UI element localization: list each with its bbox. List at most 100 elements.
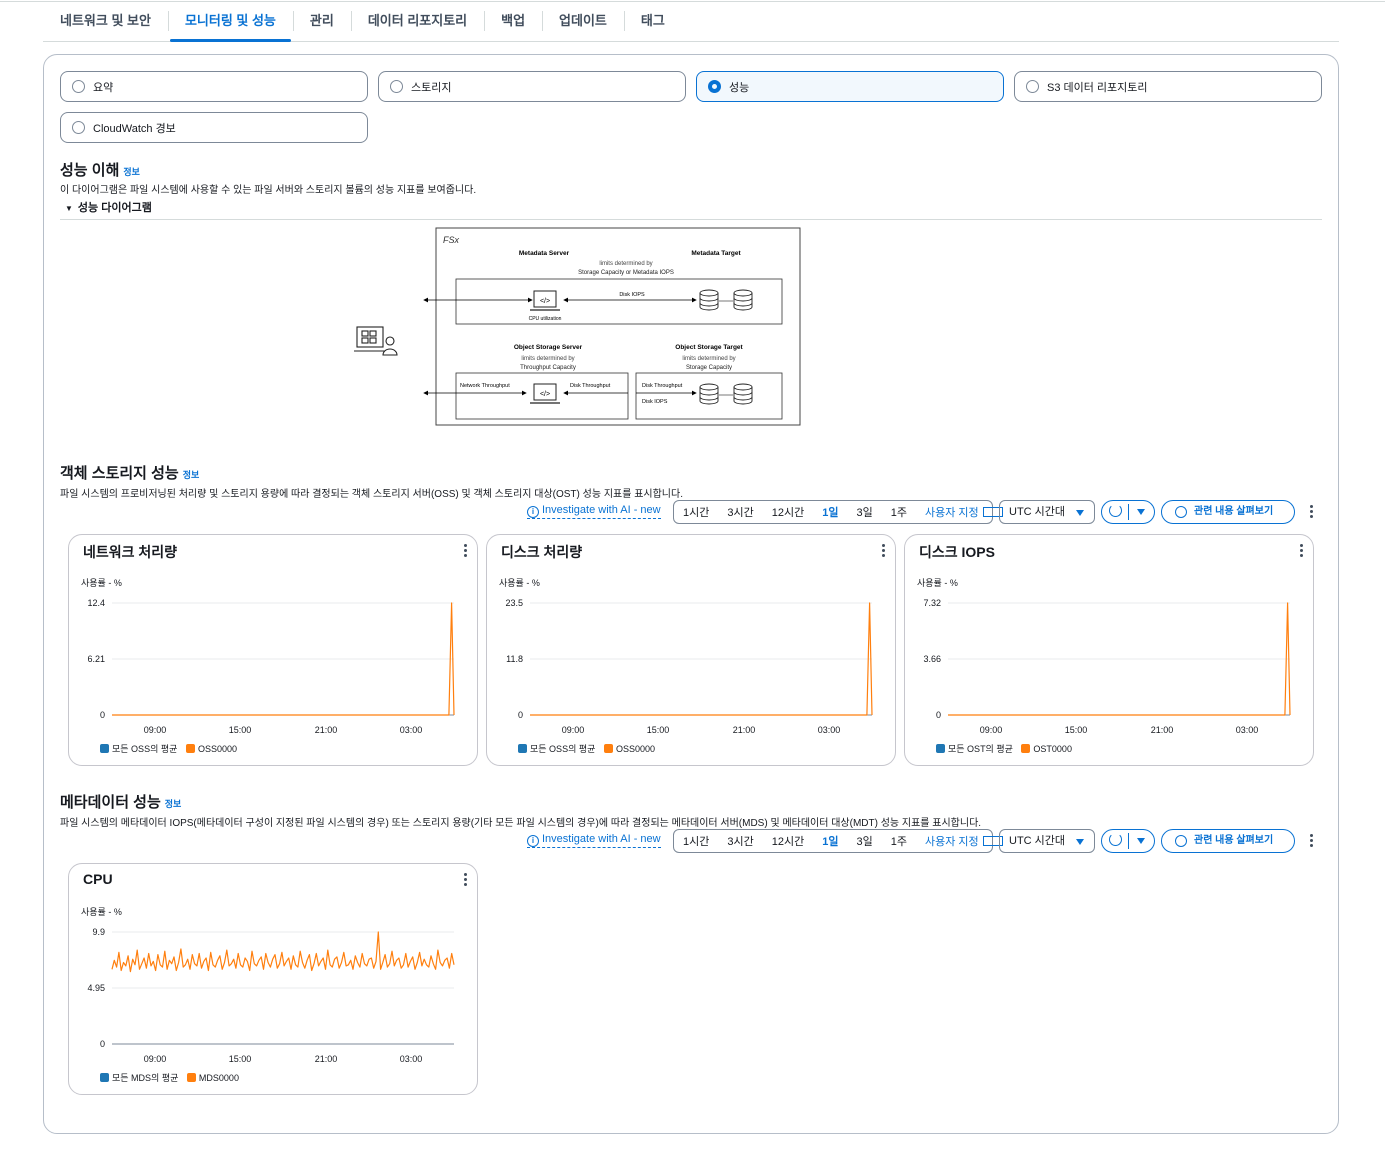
range-1h[interactable]: 1시간 — [674, 504, 718, 520]
metadata-title: 메타데이터 성능 — [60, 794, 161, 811]
svg-text:</>: </> — [540, 298, 550, 305]
performance-diagram: FSx Metadata Server Metadata Target limi… — [354, 227, 801, 426]
legend-item-series[interactable]: OSS0000 — [185, 744, 237, 754]
option-summary[interactable]: 요약 — [60, 71, 368, 102]
range-3d[interactable]: 3일 — [847, 833, 881, 849]
refresh-options-icon[interactable] — [1137, 509, 1145, 515]
range-1w[interactable]: 1주 — [882, 504, 916, 520]
chart-plot: 12.4 6.21 0 09:00 15:00 21:00 03:00 — [87, 598, 455, 735]
svg-text:</>: </> — [540, 391, 550, 398]
range-12h[interactable]: 12시간 — [763, 504, 813, 520]
legend-average-label: 모든 OSS의 평균 — [530, 744, 596, 754]
radio-selected-icon — [708, 80, 721, 93]
legend-item-average[interactable]: 모든 OSS의 평균 — [518, 744, 595, 754]
disk-iops-label: Disk IOPS — [619, 292, 645, 298]
legend-item-series[interactable]: OST0000 — [1021, 744, 1072, 754]
chart-legend: 모든 MDS의 평균 MDS0000 — [100, 1071, 245, 1084]
tab-network-security[interactable]: 네트워크 및 보안 — [43, 6, 168, 36]
refresh-button[interactable] — [1101, 829, 1155, 853]
refresh-button[interactable] — [1101, 500, 1155, 524]
option-performance[interactable]: 성능 — [696, 71, 1004, 102]
chart-legend: 모든 OST의 평균 OST0000 — [936, 742, 1078, 755]
explore-related-button[interactable]: 관련 내용 살펴보기 — [1161, 500, 1295, 524]
more-options-icon[interactable] — [1310, 834, 1314, 848]
caret-down-icon — [1076, 839, 1084, 845]
legend-swatch — [185, 744, 195, 753]
option-s3-repository[interactable]: S3 데이터 리포지토리 — [1014, 71, 1322, 102]
legend-item-average[interactable]: 모든 OSS의 평균 — [100, 744, 177, 754]
object-storage-title-row: 객체 스토리지 성능 정보 — [60, 462, 199, 483]
tab-monitoring-performance[interactable]: 모니터링 및 성능 — [167, 6, 293, 42]
ost-limits-1: limits determined by — [682, 356, 735, 362]
timezone-value: UTC 시간대 — [1009, 506, 1066, 518]
legend-average-label: 모든 MDS의 평균 — [112, 1073, 179, 1083]
legend-swatch — [1021, 744, 1031, 753]
timezone-select[interactable]: UTC 시간대 — [999, 829, 1095, 853]
more-options-icon[interactable] — [1310, 505, 1314, 519]
refresh-options-icon[interactable] — [1137, 838, 1145, 844]
range-12h[interactable]: 12시간 — [763, 833, 813, 849]
series-line — [111, 931, 455, 973]
legend-series-label: OST0000 — [1033, 744, 1072, 754]
info-icon: i — [527, 506, 539, 518]
option-performance-label: 성능 — [729, 81, 750, 94]
y-tick-label: 0 — [100, 1039, 105, 1049]
investigate-ai-link[interactable]: i Investigate with AI - new — [527, 833, 661, 848]
investigate-ai-link[interactable]: i Investigate with AI - new — [527, 504, 661, 519]
x-tick-label: 21:00 — [1151, 725, 1174, 735]
client-user-icon — [354, 326, 398, 356]
time-range-selector: 1시간 3시간 12시간 1일 3일 1주 사용자 지정 — [673, 829, 1003, 853]
range-3d[interactable]: 3일 — [847, 504, 881, 520]
range-1h[interactable]: 1시간 — [674, 833, 718, 849]
legend-item-series[interactable]: OSS0000 — [603, 744, 655, 754]
oss-limits-2: Throughput Capacity — [520, 365, 576, 371]
legend-item-series[interactable]: MDS0000 — [186, 1073, 239, 1083]
fsx-logo: FSx — [443, 235, 460, 245]
understand-info-link[interactable]: 정보 — [123, 167, 140, 177]
object-storage-info-link[interactable]: 정보 — [183, 470, 200, 480]
x-tick-label: 09:00 — [980, 725, 1003, 735]
explore-related-label: 관련 내용 살펴보기 — [1194, 506, 1274, 517]
range-3h[interactable]: 3시간 — [718, 504, 762, 520]
legend-item-average[interactable]: 모든 OST의 평균 — [936, 744, 1013, 754]
y-tick-label: 3.66 — [923, 654, 941, 664]
option-cloudwatch-alarms[interactable]: CloudWatch 경보 — [60, 112, 368, 143]
tab-updates[interactable]: 업데이트 — [542, 6, 624, 36]
metadata-info-link[interactable]: 정보 — [165, 799, 182, 809]
range-1d[interactable]: 1일 — [813, 504, 847, 520]
chart-legend: 모든 OSS의 평균 OSS0000 — [518, 742, 661, 755]
legend-series-label: MDS0000 — [198, 1073, 239, 1083]
tab-backup[interactable]: 백업 — [484, 6, 542, 36]
range-1d[interactable]: 1일 — [813, 833, 847, 849]
refresh-icon[interactable] — [1109, 504, 1122, 517]
tab-tags[interactable]: 태그 — [623, 6, 682, 36]
x-tick-label: 03:00 — [818, 725, 841, 735]
legend-item-average[interactable]: 모든 MDS의 평균 — [100, 1073, 178, 1083]
metadata-target-label: Metadata Target — [691, 250, 741, 257]
x-tick-label: 15:00 — [1065, 725, 1088, 735]
explore-related-button[interactable]: 관련 내용 살펴보기 — [1161, 829, 1295, 853]
range-1w[interactable]: 1주 — [882, 833, 916, 849]
tab-data-repository[interactable]: 데이터 리포지토리 — [350, 6, 484, 36]
diagram-expander[interactable]: ▼ 성능 다이어그램 — [65, 199, 152, 215]
x-tick-label: 21:00 — [315, 1054, 338, 1064]
legend-series-label: OSS0000 — [197, 744, 237, 754]
refresh-icon[interactable] — [1109, 833, 1122, 846]
x-tick-label: 15:00 — [647, 725, 670, 735]
range-custom[interactable]: 사용자 지정 — [916, 833, 983, 849]
range-custom[interactable]: 사용자 지정 — [916, 504, 983, 520]
y-tick-label: 23.5 — [505, 598, 523, 608]
y-tick-label: 0 — [100, 710, 105, 720]
object-storage-title: 객체 스토리지 성능 — [60, 465, 179, 482]
compass-icon — [1175, 506, 1187, 518]
chart-plot: 7.32 3.66 0 09:00 15:00 21:00 03:00 — [923, 598, 1291, 735]
expander-label: 성능 다이어그램 — [77, 202, 152, 214]
y-tick-label: 12.4 — [87, 598, 105, 608]
timezone-select[interactable]: UTC 시간대 — [999, 500, 1095, 524]
option-storage[interactable]: 스토리지 — [378, 71, 686, 102]
ost-limits-2: Storage Capacity — [686, 365, 732, 371]
expander-divider — [60, 219, 1322, 220]
range-3h[interactable]: 3시간 — [718, 833, 762, 849]
legend-swatch — [936, 744, 945, 753]
tab-management[interactable]: 관리 — [292, 6, 351, 36]
